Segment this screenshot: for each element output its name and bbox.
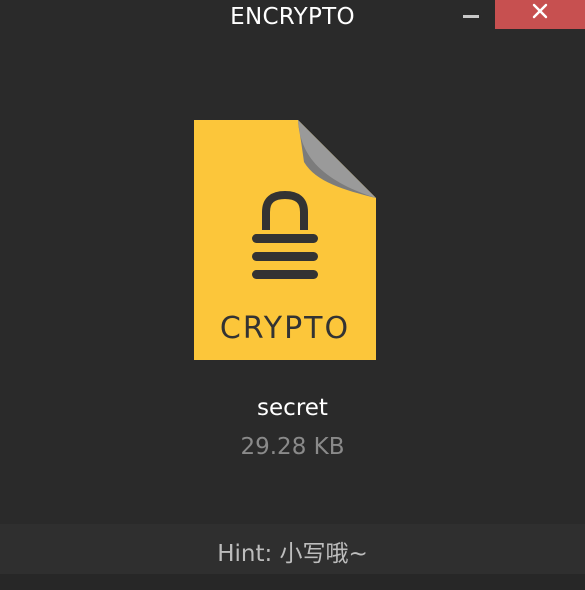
minimize-button[interactable] xyxy=(452,0,490,30)
file-icon-label: CRYPTO xyxy=(220,311,350,346)
encrypted-file-icon[interactable]: CRYPTO xyxy=(194,120,376,360)
close-button[interactable] xyxy=(495,0,585,29)
password-hint: Hint: 小写哦~ xyxy=(217,541,368,567)
bottom-strip xyxy=(0,574,585,590)
close-icon xyxy=(532,3,548,19)
hint-bar: Hint: 小写哦~ xyxy=(0,524,585,574)
minimize-icon xyxy=(463,15,479,18)
file-name: secret xyxy=(257,395,328,421)
encrypto-window: ENCRYPTO CRYPTO secret 29.28 KB Hint: 小写… xyxy=(0,0,585,590)
file-size: 29.28 KB xyxy=(240,434,345,460)
title-bar[interactable]: ENCRYPTO xyxy=(0,0,585,34)
